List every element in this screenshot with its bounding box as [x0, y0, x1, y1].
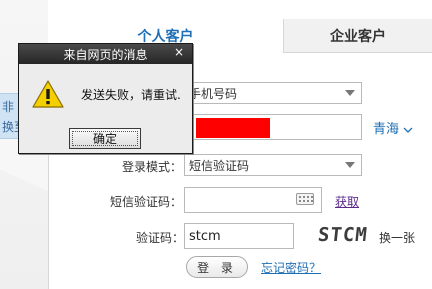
dialog-titlebar[interactable]: 来自网页的消息 ×	[19, 44, 192, 64]
captcha-value: stcm	[189, 228, 221, 244]
chevron-down-icon	[345, 90, 355, 96]
captcha-image[interactable]: STCM	[317, 224, 369, 246]
background-text-1: 非	[2, 100, 15, 114]
captcha-input[interactable]: stcm	[184, 223, 294, 249]
alert-dialog: 来自网页的消息 × 发送失败，请重试. 确定	[18, 43, 193, 154]
forgot-password-link[interactable]: 忘记密码？	[261, 259, 321, 276]
keyboard-icon[interactable]	[296, 193, 314, 205]
browser-page: 非 换至 个人客户 企业客户 手机号码 青海 登录模式： 短信验证码 短信验证码…	[0, 0, 432, 289]
warning-icon	[32, 80, 64, 108]
login-button[interactable]: 登 录	[186, 256, 248, 278]
dialog-title: 来自网页的消息	[63, 47, 148, 62]
redacted-account-number	[196, 118, 270, 138]
region-label: 青海	[373, 122, 400, 137]
captcha-refresh-link[interactable]: 换一张	[379, 229, 415, 246]
login-mode-value: 短信验证码	[189, 158, 250, 173]
chevron-down-icon	[345, 162, 355, 168]
account-type-value: 手机号码	[189, 86, 238, 101]
chevron-down-icon	[403, 127, 413, 133]
tab-enterprise-customer[interactable]: 企业客户	[283, 19, 432, 53]
login-mode-label: 登录模式：	[122, 160, 183, 174]
dialog-message: 发送失败，请重试.	[81, 88, 181, 102]
account-type-select[interactable]: 手机号码	[184, 82, 362, 104]
get-sms-code-link[interactable]: 获取	[335, 193, 359, 210]
close-icon[interactable]: ×	[174, 45, 184, 59]
sms-code-label: 短信验证码：	[110, 195, 183, 209]
ok-button[interactable]: 确定	[69, 128, 141, 149]
login-mode-select[interactable]: 短信验证码	[184, 154, 362, 176]
region-link[interactable]: 青海	[373, 118, 413, 137]
captcha-label: 验证码：	[136, 231, 185, 245]
